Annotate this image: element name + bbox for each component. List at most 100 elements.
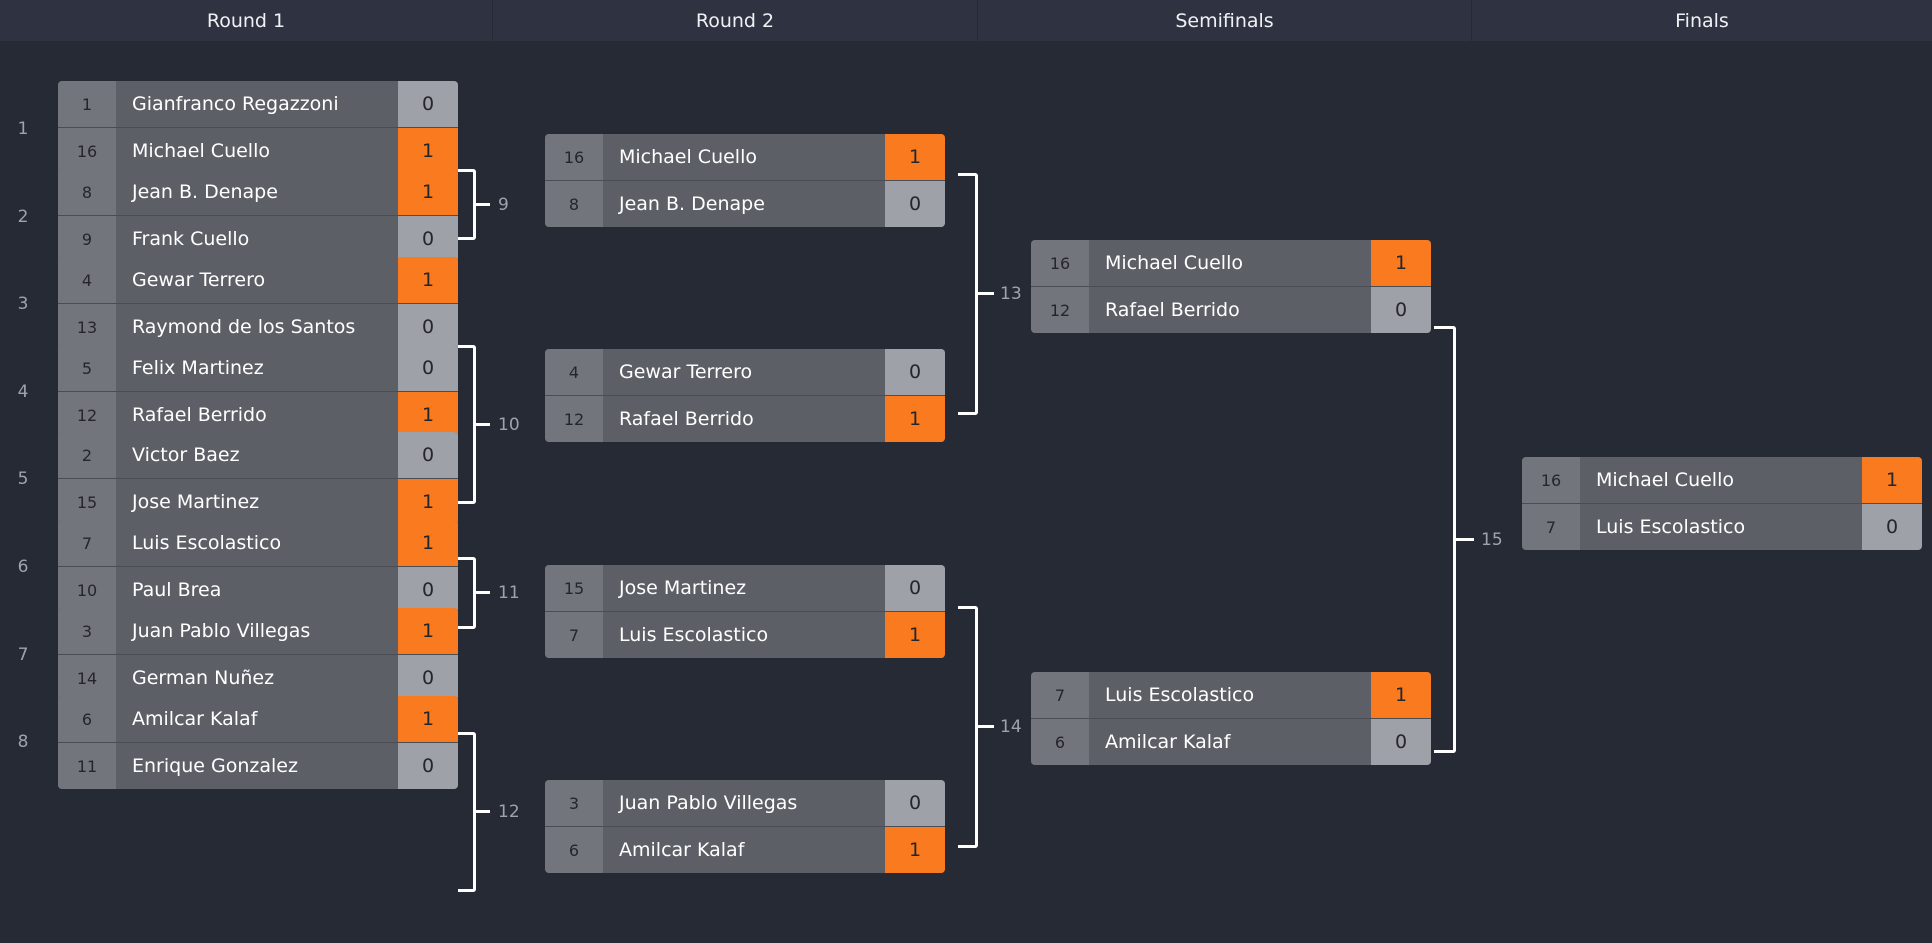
match-card-r1-1[interactable]: 1 Gianfranco Regazzoni 0 16 Michael Cuel…: [58, 81, 458, 174]
player-name: Luis Escolastico: [1105, 684, 1255, 706]
connector-label-match-11: 11: [498, 583, 520, 603]
seed-number: 8: [545, 181, 603, 227]
connector-match-11: [458, 557, 476, 629]
score-value: 1: [1371, 672, 1431, 718]
team-row-bottom[interactable]: 16 Michael Cuello 1: [58, 128, 458, 174]
match-card-r1-3[interactable]: 4 Gewar Terrero 1 13 Raymond de los Sant…: [58, 257, 458, 350]
player-name: Paul Brea: [132, 579, 222, 601]
match-card-r1-7[interactable]: 3 Juan Pablo Villegas 1 14 German Nuñez …: [58, 608, 458, 701]
player-name: Juan Pablo Villegas: [132, 620, 311, 642]
score-value: 1: [885, 827, 945, 873]
team-row-top[interactable]: 3 Juan Pablo Villegas 0: [545, 780, 945, 827]
match-card-sf-13[interactable]: 16 Michael Cuello 1 12 Rafael Berrido 0: [1031, 240, 1431, 333]
match-card-r1-5[interactable]: 2 Victor Baez 0 15 Jose Martinez 1: [58, 432, 458, 525]
team-row-top[interactable]: 16 Michael Cuello 1: [545, 134, 945, 181]
player-name: Enrique Gonzalez: [132, 755, 298, 777]
seed-number: 16: [1522, 457, 1580, 503]
round-header-label: Finals: [1675, 9, 1729, 32]
connector-match-12: [458, 732, 476, 892]
team-row-bottom[interactable]: 11 Enrique Gonzalez 0: [58, 743, 458, 789]
player-name: Raymond de los Santos: [132, 316, 356, 338]
match-card-r2-10[interactable]: 4 Gewar Terrero 0 12 Rafael Berrido 1: [545, 349, 945, 442]
player-name: Michael Cuello: [1105, 252, 1243, 274]
score-value: 1: [398, 169, 458, 215]
match-card-r2-11[interactable]: 15 Jose Martinez 0 7 Luis Escolastico 1: [545, 565, 945, 658]
seed-number: 10: [58, 567, 116, 613]
team-row-bottom[interactable]: 15 Jose Martinez 1: [58, 479, 458, 525]
player-name: Jose Martinez: [132, 491, 260, 513]
team-row-bottom[interactable]: 8 Jean B. Denape 0: [545, 181, 945, 227]
seed-number: 3: [58, 608, 116, 654]
team-row-bottom[interactable]: 6 Amilcar Kalaf 1: [545, 827, 945, 873]
match-card-r1-4[interactable]: 5 Felix Martinez 0 12 Rafael Berrido 1: [58, 345, 458, 438]
seed-number: 16: [545, 134, 603, 180]
team-row-bottom[interactable]: 12 Rafael Berrido 0: [1031, 287, 1431, 333]
seed-number: 12: [1031, 287, 1089, 333]
connector-label-match-10: 10: [498, 415, 520, 435]
match-card-final-15[interactable]: 16 Michael Cuello 1 7 Luis Escolastico 0: [1522, 457, 1922, 550]
team-row-top[interactable]: 6 Amilcar Kalaf 1: [58, 696, 458, 743]
team-row-top[interactable]: 8 Jean B. Denape 1: [58, 169, 458, 216]
player-name: Luis Escolastico: [619, 624, 769, 646]
team-row-bottom[interactable]: 7 Luis Escolastico 0: [1522, 504, 1922, 550]
player-name: Rafael Berrido: [1105, 299, 1240, 321]
team-row-bottom[interactable]: 12 Rafael Berrido 1: [545, 396, 945, 442]
row-index-5: 5: [17, 469, 29, 489]
player-name: Luis Escolastico: [1596, 516, 1746, 538]
round-header-round-1[interactable]: Round 1: [0, 0, 493, 41]
connector-match-13: [958, 173, 978, 415]
round-header-label: Round 2: [695, 9, 775, 32]
score-value: 0: [885, 349, 945, 395]
team-row-top[interactable]: 16 Michael Cuello 1: [1031, 240, 1431, 287]
seed-number: 2: [58, 432, 116, 478]
team-row-bottom[interactable]: 7 Luis Escolastico 1: [545, 612, 945, 658]
seed-number: 16: [58, 128, 116, 174]
team-row-bottom[interactable]: 14 German Nuñez 0: [58, 655, 458, 701]
connector-match-9: [458, 169, 476, 240]
match-card-r1-6[interactable]: 7 Luis Escolastico 1 10 Paul Brea 0: [58, 520, 458, 613]
connector-match-14: [958, 606, 978, 848]
score-value: 0: [398, 432, 458, 478]
match-card-sf-14[interactable]: 7 Luis Escolastico 1 6 Amilcar Kalaf 0: [1031, 672, 1431, 765]
team-row-top[interactable]: 4 Gewar Terrero 1: [58, 257, 458, 304]
match-card-r1-8[interactable]: 6 Amilcar Kalaf 1 11 Enrique Gonzalez 0: [58, 696, 458, 789]
seed-number: 7: [1031, 672, 1089, 718]
score-value: 0: [398, 567, 458, 613]
team-row-top[interactable]: 1 Gianfranco Regazzoni 0: [58, 81, 458, 128]
player-name: Amilcar Kalaf: [1105, 731, 1231, 753]
score-value: 0: [398, 655, 458, 701]
team-row-top[interactable]: 15 Jose Martinez 0: [545, 565, 945, 612]
team-row-bottom[interactable]: 13 Raymond de los Santos 0: [58, 304, 458, 350]
row-index-3: 3: [17, 294, 29, 314]
player-name: Michael Cuello: [619, 146, 757, 168]
player-name: Victor Baez: [132, 444, 240, 466]
seed-number: 6: [1031, 719, 1089, 765]
team-row-top[interactable]: 5 Felix Martinez 0: [58, 345, 458, 392]
connector-label-match-13: 13: [1000, 284, 1022, 304]
player-name: German Nuñez: [132, 667, 275, 689]
seed-number: 7: [545, 612, 603, 658]
connector-label-match-12: 12: [498, 802, 520, 822]
team-row-bottom[interactable]: 9 Frank Cuello 0: [58, 216, 458, 262]
round-header-finals[interactable]: Finals: [1472, 0, 1932, 41]
team-row-top[interactable]: 16 Michael Cuello 1: [1522, 457, 1922, 504]
team-row-top[interactable]: 7 Luis Escolastico 1: [58, 520, 458, 567]
team-row-top[interactable]: 4 Gewar Terrero 0: [545, 349, 945, 396]
team-row-top[interactable]: 7 Luis Escolastico 1: [1031, 672, 1431, 719]
player-name: Amilcar Kalaf: [132, 708, 258, 730]
player-name: Michael Cuello: [1596, 469, 1734, 491]
connector-label-match-15: 15: [1481, 530, 1503, 550]
round-header-round-2[interactable]: Round 2: [493, 0, 978, 41]
match-card-r1-2[interactable]: 8 Jean B. Denape 1 9 Frank Cuello 0: [58, 169, 458, 262]
score-value: 0: [398, 743, 458, 789]
team-row-top[interactable]: 2 Victor Baez 0: [58, 432, 458, 479]
match-card-r2-9[interactable]: 16 Michael Cuello 1 8 Jean B. Denape 0: [545, 134, 945, 227]
team-row-bottom[interactable]: 6 Amilcar Kalaf 0: [1031, 719, 1431, 765]
player-name: Frank Cuello: [132, 228, 250, 250]
team-row-bottom[interactable]: 10 Paul Brea 0: [58, 567, 458, 613]
score-value: 0: [398, 81, 458, 127]
round-header-semifinals[interactable]: Semifinals: [978, 0, 1472, 41]
score-value: 1: [398, 520, 458, 566]
match-card-r2-12[interactable]: 3 Juan Pablo Villegas 0 6 Amilcar Kalaf …: [545, 780, 945, 873]
team-row-top[interactable]: 3 Juan Pablo Villegas 1: [58, 608, 458, 655]
